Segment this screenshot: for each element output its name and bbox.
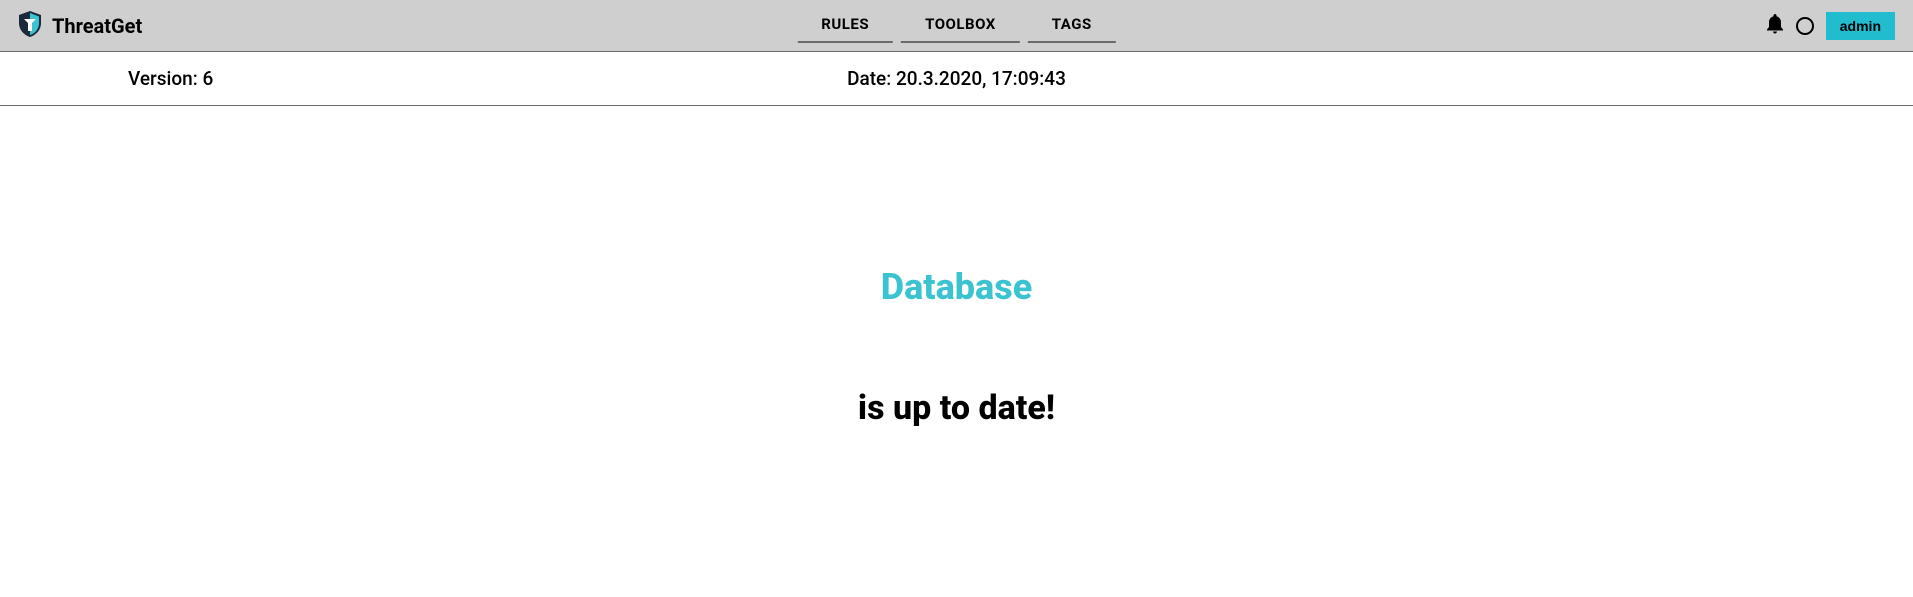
main-content: Database is up to date! [0,106,1913,428]
header-bar: ThreatGet RULES TOOLBOX TAGS admin [0,0,1913,52]
user-button[interactable]: admin [1826,12,1895,40]
tab-toolbox[interactable]: TOOLBOX [901,9,1020,43]
tab-tags[interactable]: TAGS [1028,9,1116,43]
info-bar: Version: 6 Date: 20.3.2020, 17:09:43 [0,52,1913,106]
status-title: Database [0,266,1913,308]
version-text: Version: 6 [128,67,213,90]
tab-rules[interactable]: RULES [797,9,893,43]
shield-logo-icon [18,11,42,41]
date-text: Date: 20.3.2020, 17:09:43 [847,67,1066,90]
status-message: is up to date! [0,388,1913,428]
bell-icon[interactable] [1766,14,1784,38]
status-circle-icon[interactable] [1796,17,1814,35]
app-title: ThreatGet [52,14,142,38]
nav-tabs: RULES TOOLBOX TAGS [793,9,1119,43]
logo-wrap: ThreatGet [18,11,142,41]
header-right: admin [1766,12,1895,40]
